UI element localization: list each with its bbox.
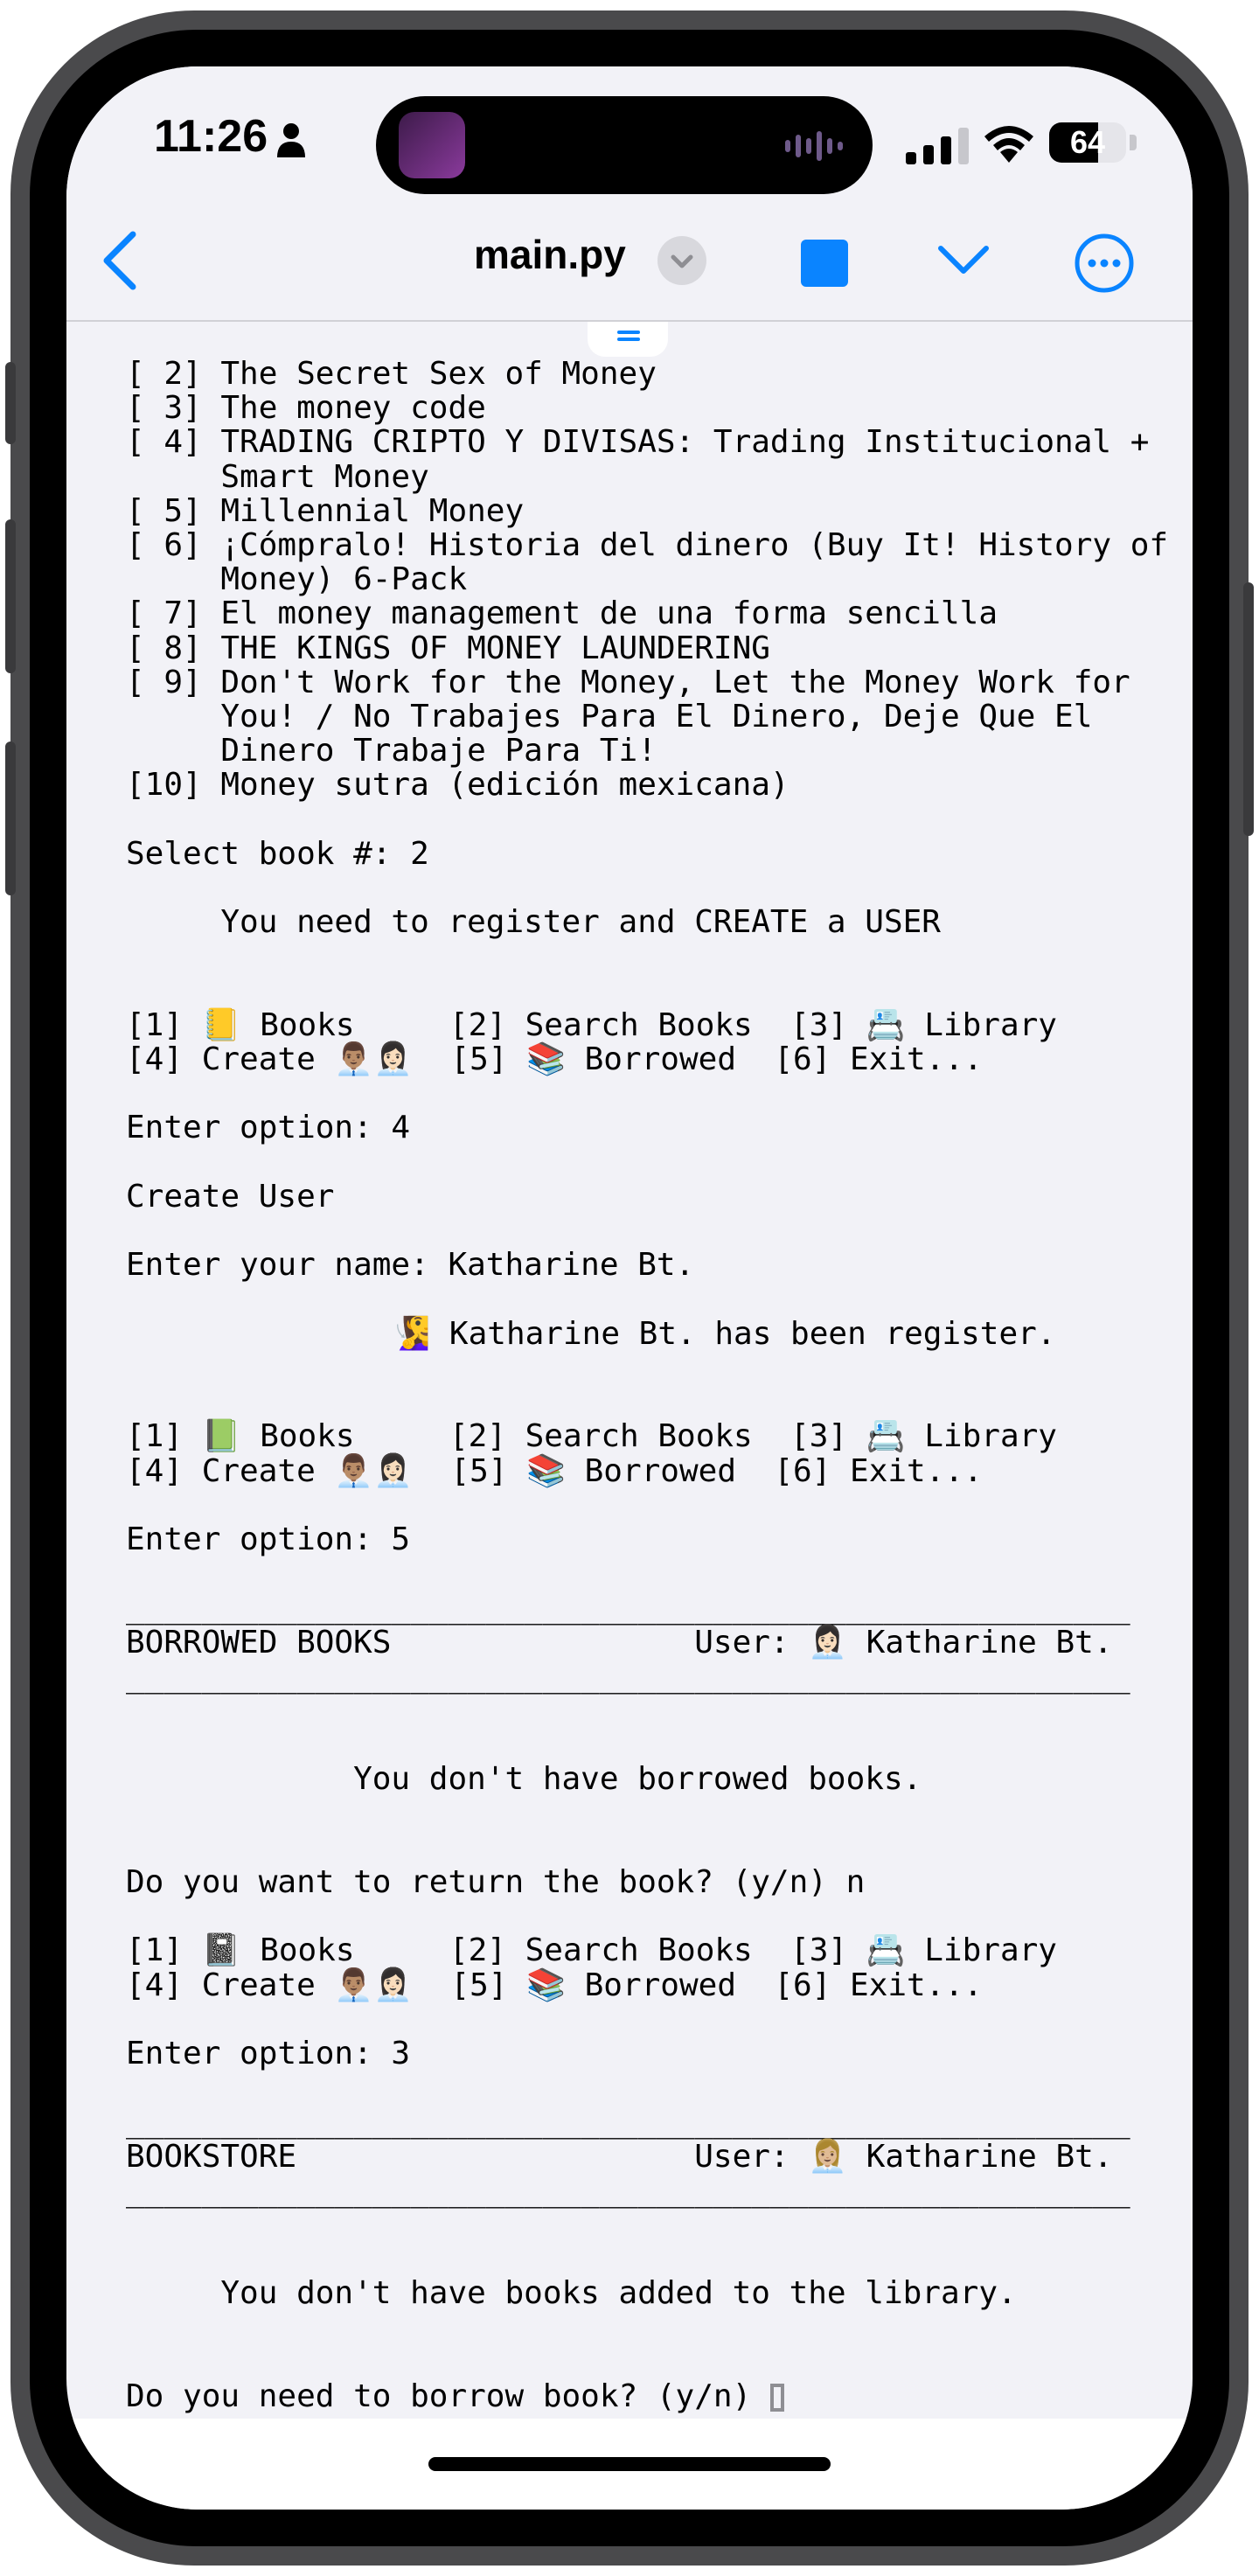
grabber-line <box>617 338 640 341</box>
status-time: 11:26 <box>154 111 268 162</box>
navigation-bar: 11:26 64 main.py <box>66 66 1193 322</box>
terminal-line: [1] 📓 Books [2] Search Books [3] 📇 Libra… <box>126 1932 1057 1969</box>
terminal-line: [ 3] The money code <box>126 390 486 427</box>
terminal-line: 🧏‍♀️ Katharine Bt. has been register. <box>126 1315 1056 1352</box>
terminal-line: Create User <box>126 1178 335 1215</box>
terminal-line: Enter option: 4 <box>126 1110 411 1146</box>
terminal-line: [ 8] THE KINGS OF MONEY LAUNDERING <box>126 630 770 666</box>
terminal-line: [4] Create 👨🏽‍💼👩🏻‍💼 [5] 📚 Borrowed [6] E… <box>126 1452 983 1489</box>
battery-icon: 64 <box>1049 122 1126 163</box>
terminal-line: ________________________________________… <box>126 1658 1130 1695</box>
terminal-line: Enter your name: Katharine Bt. <box>126 1247 695 1284</box>
terminal-line: You! / No Trabajes Para El Dinero, Deje … <box>126 699 1093 735</box>
terminal-line: [10] Money sutra (edición mexicana) <box>126 767 789 804</box>
terminal-line: Enter option: 3 <box>126 2035 411 2071</box>
file-title[interactable]: main.py <box>474 231 626 278</box>
stop-icon[interactable] <box>801 240 848 287</box>
terminal-line: [ 2] The Secret Sex of Money <box>126 356 657 392</box>
panel-grabber[interactable] <box>588 322 668 357</box>
terminal-cursor[interactable] <box>769 2383 784 2412</box>
person-icon <box>277 123 305 157</box>
action-button <box>5 362 16 444</box>
dynamic-island <box>376 96 873 194</box>
terminal-line: ________________________________________… <box>126 1590 1130 1626</box>
terminal-line: Smart Money <box>126 458 429 495</box>
terminal-line: [4] Create 👨🏽‍💼👩🏻‍💼 [5] 📚 Borrowed [6] E… <box>126 1041 983 1078</box>
terminal-line: [4] Create 👨🏽‍💼👩🏻‍💼 [5] 📚 Borrowed [6] E… <box>126 1967 983 2003</box>
home-area <box>66 2419 1193 2510</box>
terminal-line: You don't have borrowed books. <box>126 1761 922 1798</box>
terminal-line: You don't have books added to the librar… <box>126 2275 1017 2312</box>
power-button <box>1243 582 1254 836</box>
battery-nub <box>1130 135 1137 150</box>
terminal-line: Do you want to return the book? (y/n) n <box>126 1863 866 1900</box>
waveform-icon <box>785 131 843 161</box>
wifi-icon <box>984 126 1033 163</box>
terminal-line: ________________________________________… <box>126 2172 1130 2209</box>
chevron-down-icon <box>671 254 693 268</box>
battery-level: 64 <box>1069 124 1106 160</box>
terminal-line: Dinero Trabaje Para Ti! <box>126 733 657 769</box>
screen: 11:26 64 main.py [2] The Secret Sex of … <box>66 66 1193 2510</box>
terminal-line: [1] 📗 Books [2] Search Books [3] 📇 Libra… <box>126 1418 1057 1455</box>
terminal-line: [ 4] TRADING CRIPTO Y DIVISAS: Trading I… <box>126 424 1150 461</box>
now-playing-artwork <box>399 112 465 178</box>
home-indicator[interactable] <box>428 2457 831 2471</box>
chevron-left-icon[interactable] <box>96 227 145 294</box>
terminal-line: BORROWED BOOKS User: 👩🏻‍💼 Katharine Bt. <box>126 1624 1113 1660</box>
chevron-down-icon[interactable] <box>936 241 991 280</box>
terminal-output[interactable]: [ 2] The Secret Sex of Money [ 3] The mo… <box>126 357 1175 2413</box>
terminal-line: [ 5] Millennial Money <box>126 492 525 529</box>
terminal-line: [ 9] Don't Work for the Money, Let the M… <box>126 664 1130 700</box>
terminal-line: [ 7] El money management de una forma se… <box>126 595 998 632</box>
terminal-line: BOOKSTORE User: 👩🏼‍💼 Katharine Bt. <box>126 2138 1113 2175</box>
grabber-line <box>617 331 640 334</box>
terminal-line: You need to register and CREATE a USER <box>126 904 941 941</box>
terminal-line: Enter option: 5 <box>126 1521 411 1557</box>
more-icon[interactable] <box>1074 233 1135 294</box>
title-menu-button[interactable] <box>657 236 706 285</box>
volume-down-button <box>5 741 16 895</box>
volume-up-button <box>5 519 16 673</box>
terminal-line: Do you need to borrow book? (y/n) <box>126 2378 770 2414</box>
terminal-line: Money) 6-Pack <box>126 561 468 598</box>
terminal-line: [ 6] ¡Cómpralo! Historia del dinero (Buy… <box>126 527 1169 564</box>
terminal-line: Select book #: 2 <box>126 835 429 872</box>
terminal-line: ________________________________________… <box>126 2104 1130 2141</box>
signal-icon <box>906 128 969 164</box>
terminal-line: [1] 📒 Books [2] Search Books [3] 📇 Libra… <box>126 1006 1057 1043</box>
